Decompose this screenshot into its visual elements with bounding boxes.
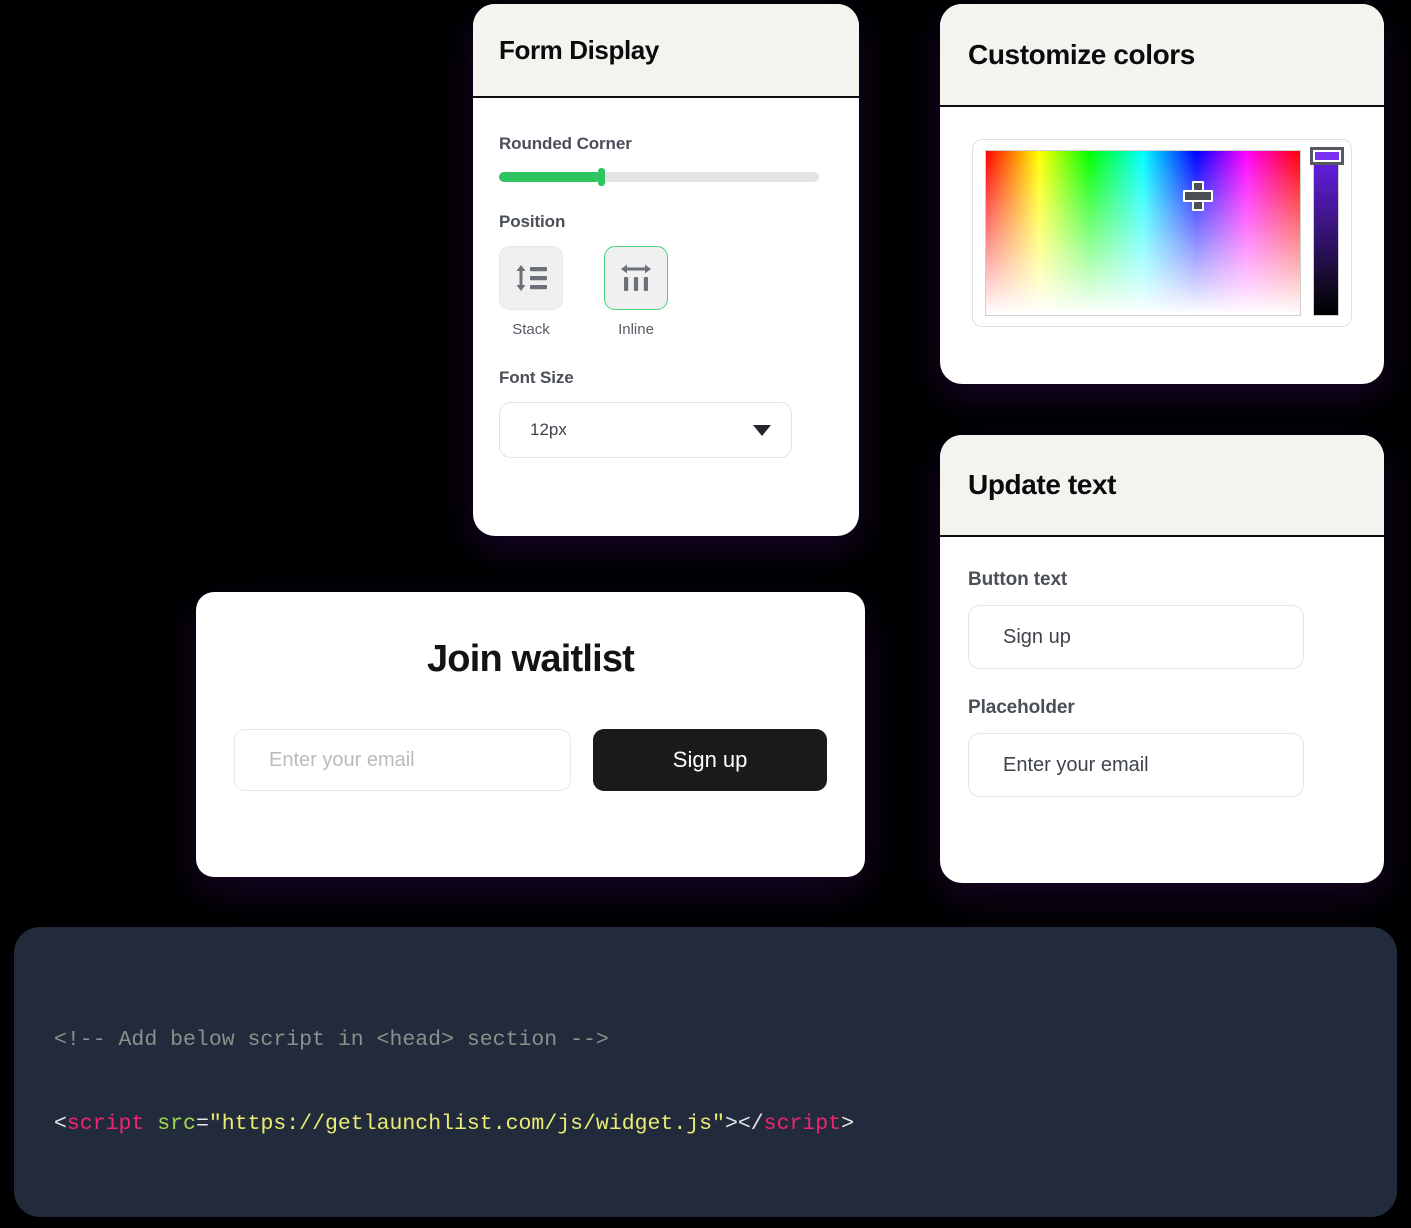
- waitlist-title: Join waitlist: [426, 638, 635, 680]
- brightness-slider[interactable]: [1310, 147, 1344, 316]
- waitlist-signup-button[interactable]: Sign up: [593, 729, 827, 791]
- waitlist-widget-preview: Join waitlist Enter your email Sign up: [196, 592, 865, 877]
- form-display-title: Form Display: [499, 34, 659, 65]
- waitlist-inner: Join waitlist Enter your email Sign up: [196, 592, 865, 791]
- inline-option-caption: Inline: [618, 321, 654, 338]
- update-text-header: Update text: [940, 435, 1384, 537]
- font-size-label: Font Size: [499, 368, 574, 387]
- slider-fill: [499, 172, 602, 182]
- placeholder-input[interactable]: Enter your email: [968, 733, 1304, 797]
- chevron-down-icon: [753, 424, 771, 436]
- position-options: Stack Inline: [499, 246, 833, 338]
- customize-colors-panel: Customize colors: [940, 4, 1384, 384]
- button-text-input[interactable]: Sign up: [968, 605, 1304, 669]
- waitlist-form: Enter your email Sign up: [234, 729, 827, 791]
- font-size-value: 12px: [530, 420, 567, 439]
- form-display-body: Rounded Corner Position Stack Inline Fon…: [473, 98, 859, 458]
- slider-thumb[interactable]: [598, 168, 606, 186]
- position-option-stack[interactable]: Stack: [499, 246, 563, 338]
- form-display-panel: Form Display Rounded Corner Position Sta…: [473, 4, 859, 536]
- stack-layout-icon: [516, 265, 547, 291]
- placeholder-label: Placeholder: [968, 697, 1075, 718]
- code-line-comment-1: <!-- Add below script in <head> section …: [54, 1028, 609, 1052]
- brightness-slider-handle[interactable]: [1310, 147, 1344, 165]
- inline-option-button[interactable]: [604, 246, 668, 310]
- font-size-select[interactable]: 12px: [499, 402, 792, 458]
- update-text-body: Button text Sign up Placeholder Enter yo…: [940, 537, 1384, 797]
- waitlist-email-input[interactable]: Enter your email: [234, 729, 572, 791]
- customize-colors-title: Customize colors: [968, 38, 1195, 70]
- position-option-inline[interactable]: Inline: [604, 246, 668, 338]
- inline-layout-icon: [621, 264, 651, 291]
- position-label: Position: [499, 212, 566, 231]
- button-text-label: Button text: [968, 569, 1068, 590]
- customize-colors-header: Customize colors: [940, 4, 1384, 107]
- rounded-corner-label: Rounded Corner: [499, 134, 632, 153]
- stack-option-button[interactable]: [499, 246, 563, 310]
- form-display-header: Form Display: [473, 4, 859, 98]
- saturation-value-field[interactable]: [985, 150, 1301, 316]
- rounded-corner-slider[interactable]: [499, 168, 819, 186]
- update-text-title: Update text: [968, 469, 1117, 500]
- stack-option-caption: Stack: [512, 321, 550, 338]
- color-picker: [972, 139, 1352, 327]
- code-line-script: <script src="https://getlaunchlist.com/j…: [54, 1112, 854, 1136]
- crosshair-plus-icon[interactable]: [1183, 180, 1214, 211]
- screenshot-canvas: Form Display Rounded Corner Position Sta…: [0, 0, 1411, 1228]
- embed-code-block[interactable]: <!-- Add below script in <head> section …: [14, 927, 1397, 1217]
- customize-colors-body: [940, 107, 1384, 359]
- update-text-panel: Update text Button text Sign up Placehol…: [940, 435, 1384, 883]
